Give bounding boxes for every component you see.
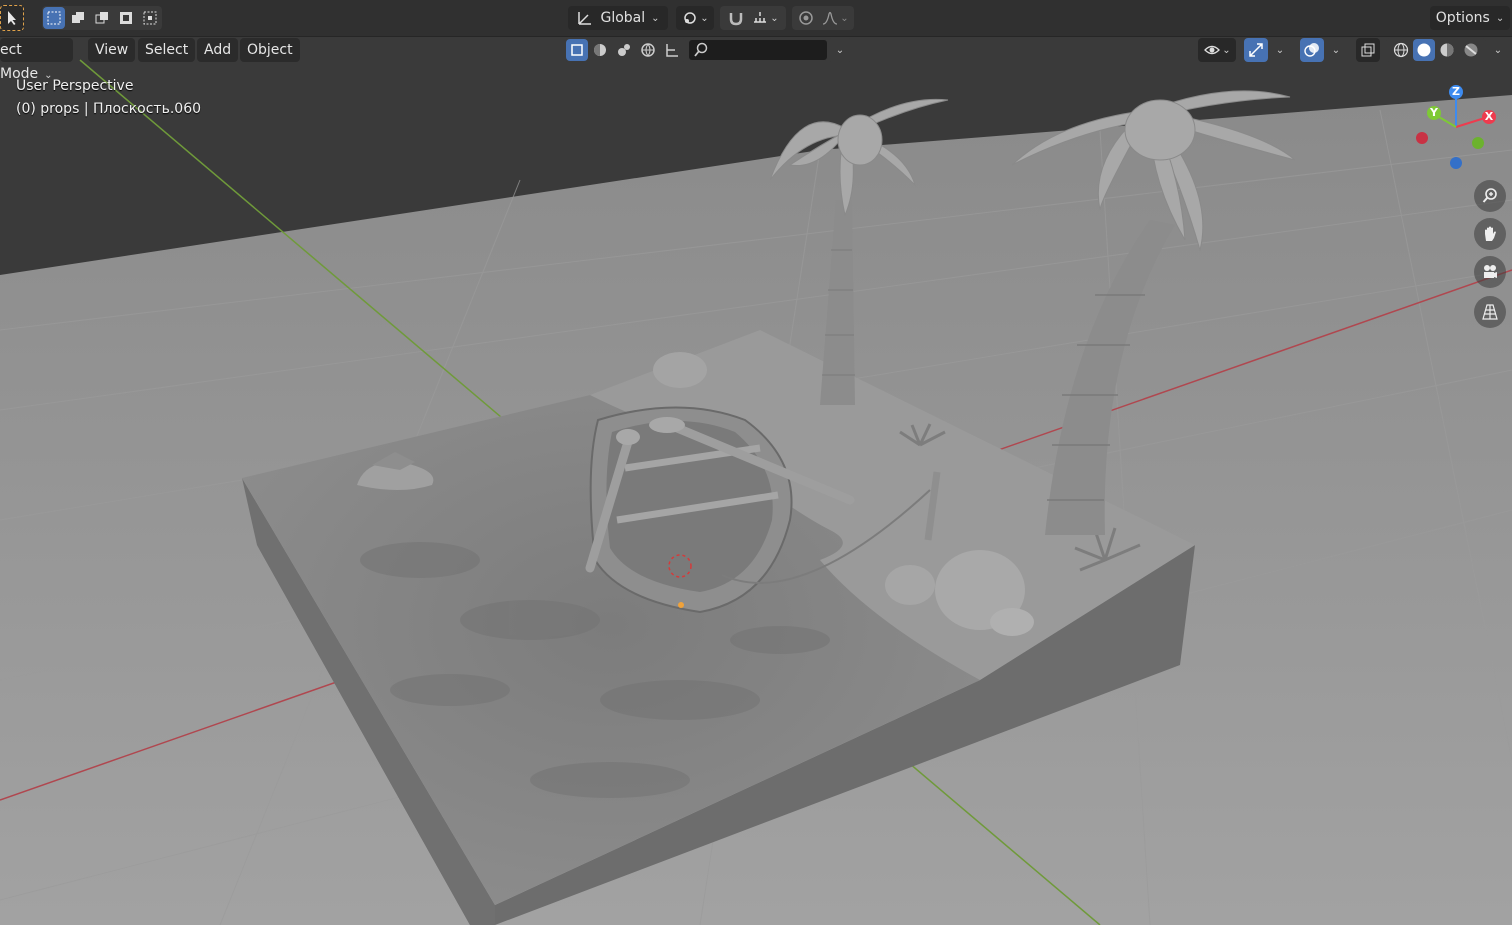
gizmo-neg-x-axis[interactable] (1416, 132, 1428, 144)
mode-selector[interactable]: ect Mode ⌄ (0, 38, 73, 82)
select-box-intersect-icon[interactable] (139, 7, 161, 29)
zoom-icon (1482, 188, 1497, 203)
pivot-point-icon (684, 12, 697, 24)
object-type-filter-group (564, 38, 686, 62)
navigation-gizmo[interactable]: Z X Y (1410, 80, 1510, 180)
select-tool-button[interactable] (0, 5, 24, 31)
visibility-dropdown[interactable]: ⌄ (1198, 38, 1236, 62)
gizmo-neg-y-axis[interactable] (1472, 137, 1484, 149)
menu-select[interactable]: Select (138, 38, 196, 62)
overlays-dropdown[interactable]: ⌄ (1326, 38, 1346, 62)
wireframe-shading-icon[interactable] (1392, 41, 1410, 59)
object-filter-box-icon[interactable] (566, 39, 588, 61)
snap-group: ⌄ (720, 6, 786, 30)
gizmo-neg-z-axis[interactable] (1450, 157, 1462, 169)
menu-view[interactable]: View (88, 38, 136, 62)
select-box-extend-icon[interactable] (67, 7, 89, 29)
hierarchy-icon[interactable] (663, 41, 681, 59)
gizmo-z-axis[interactable]: Z (1449, 85, 1463, 99)
overlay-circles-icon (1304, 43, 1319, 57)
camera-icon (1484, 265, 1497, 278)
xray-toggle-button[interactable] (1356, 38, 1380, 62)
selection-mode-group (42, 6, 162, 30)
chevron-down-icon: ⌄ (1331, 44, 1341, 56)
gizmo-y-axis[interactable]: Y (1427, 106, 1441, 120)
chevron-down-icon: ⌄ (770, 12, 779, 24)
hand-pan-icon (1485, 226, 1496, 241)
active-object-info: (0) props | Плоскость.060 (16, 101, 202, 117)
chevron-down-icon: ⌄ (700, 12, 709, 24)
grid-perspective-icon (1482, 304, 1498, 320)
magnet-icon[interactable] (727, 9, 745, 27)
menu-add[interactable]: Add (197, 38, 239, 62)
shading-mode-group (1386, 38, 1486, 62)
perspective-label: User Perspective (16, 78, 134, 94)
shading-dropdown[interactable]: ⌄ (1488, 38, 1508, 62)
search-icon (694, 42, 708, 57)
sphere-icon[interactable] (591, 41, 609, 59)
gizmo-toggle-button[interactable] (1244, 38, 1268, 62)
chevron-down-icon: ⌄ (1493, 44, 1503, 56)
transform-axes-icon (578, 12, 592, 25)
xray-icon (1361, 43, 1375, 57)
tool-header: Global ⌄ ⌄ ⌄ ⌄ Options ⌄ (0, 0, 1512, 37)
solid-shading-icon[interactable] (1413, 39, 1435, 61)
proportional-edit-group: ⌄ (792, 6, 854, 30)
eye-icon (1204, 45, 1221, 55)
mode-label: ect Mode (0, 42, 39, 82)
material-shading-icon[interactable] (1438, 41, 1456, 59)
select-box-new-icon[interactable] (43, 7, 65, 29)
gizmo-x-axis[interactable]: X (1482, 110, 1496, 124)
world-icon[interactable] (639, 41, 657, 59)
overlays-toggle-button[interactable] (1300, 38, 1324, 62)
filter-dropdown[interactable]: ⌄ (828, 38, 852, 62)
select-box-invert-icon[interactable] (115, 7, 137, 29)
rendered-shading-icon[interactable] (1462, 41, 1480, 59)
bush-back[interactable] (653, 352, 707, 388)
pan-button[interactable] (1474, 218, 1506, 250)
chevron-down-icon: ⌄ (1495, 12, 1505, 24)
orientation-label: Global (600, 10, 646, 26)
options-dropdown[interactable]: Options ⌄ (1430, 6, 1510, 30)
menu-object[interactable]: Object (240, 38, 300, 62)
select-box-subtract-icon[interactable] (91, 7, 113, 29)
falloff-curve-icon[interactable] (821, 9, 839, 27)
pivot-point-dropdown[interactable]: ⌄ (676, 6, 714, 30)
chevron-down-icon: ⌄ (1275, 44, 1285, 56)
snap-increment-icon[interactable] (751, 9, 769, 27)
chevron-down-icon: ⌄ (651, 12, 660, 24)
gizmo-dropdown[interactable]: ⌄ (1270, 38, 1290, 62)
gizmo-icon (1249, 43, 1263, 57)
chevron-down-icon: ⌄ (835, 44, 845, 56)
proportional-edit-icon[interactable] (797, 9, 815, 27)
perspective-toggle-button[interactable] (1474, 296, 1506, 328)
transform-orientation-dropdown[interactable]: Global ⌄ (568, 6, 668, 30)
3d-viewport[interactable] (0, 0, 1512, 925)
chevron-down-icon: ⌄ (840, 12, 849, 24)
zoom-button[interactable] (1474, 180, 1506, 212)
light-icon[interactable] (615, 41, 633, 59)
search-input[interactable] (688, 39, 828, 61)
chevron-down-icon: ⌄ (1222, 44, 1231, 56)
options-label: Options (1435, 10, 1490, 26)
cursor-arrow-icon (8, 11, 16, 25)
camera-view-button[interactable] (1474, 256, 1506, 288)
